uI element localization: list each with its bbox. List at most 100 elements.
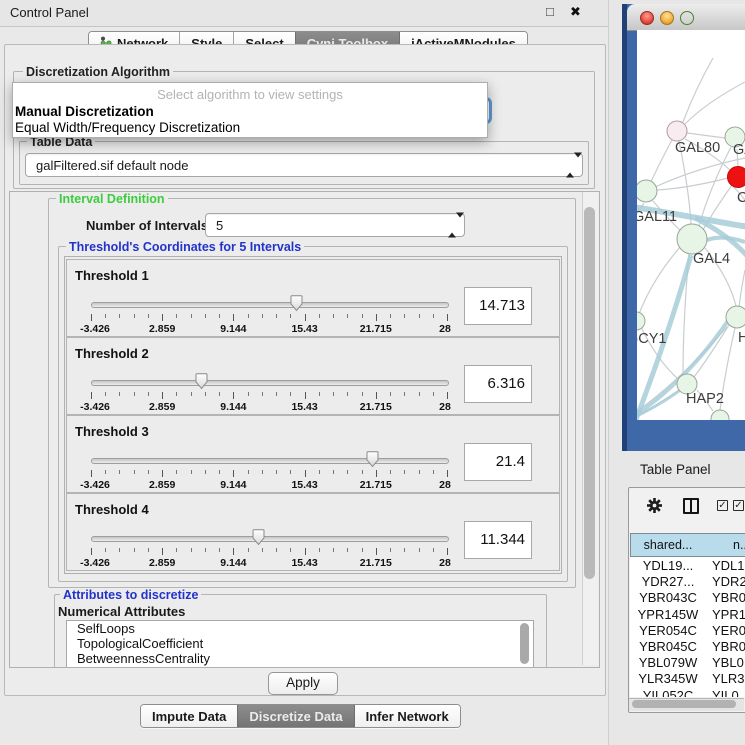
mac-minimize-button[interactable]: [660, 11, 674, 25]
close-panel-icon[interactable]: ✖: [570, 4, 581, 20]
slider-tick-label: -3.426: [80, 401, 110, 413]
threshold-value-field[interactable]: 21.4: [464, 443, 532, 481]
table-row-name[interactable]: YBR0: [712, 590, 745, 605]
node-attribute-table[interactable]: shared... n... YDL19...YDL1YDR27...YDR2Y…: [630, 533, 745, 697]
slider-tick-label: 28: [439, 557, 451, 569]
network-canvas[interactable]: GAL80GACGAL11GAL4GCY1HHAP2: [637, 30, 745, 420]
table-row-shared-name[interactable]: YDL19...: [630, 558, 706, 573]
slider-tick-label: 21.715: [360, 323, 392, 335]
slider-minor-tick: [404, 548, 405, 552]
slider-track[interactable]: [91, 380, 449, 386]
network-edge[interactable]: [657, 178, 728, 190]
table-row-name[interactable]: YBR0: [712, 639, 745, 654]
threshold-row-4: Threshold 4-3.4262.8599.14415.4321.71528…: [66, 493, 560, 571]
column-header-name[interactable]: n...: [705, 533, 745, 557]
network-node-green[interactable]: [726, 306, 745, 328]
float-window-icon[interactable]: □: [546, 4, 554, 19]
attribute-list-item[interactable]: BetweennessCentrality: [67, 651, 533, 666]
split-table-icon[interactable]: [683, 498, 699, 514]
slider-minor-tick: [276, 392, 277, 396]
checkbox-icon[interactable]: ✓: [717, 500, 728, 511]
table-row-shared-name[interactable]: YBL079W: [630, 655, 706, 670]
table-row-name[interactable]: YER0: [712, 623, 745, 638]
apply-button[interactable]: Apply: [268, 672, 338, 695]
attributes-list-scrollbar[interactable]: [520, 623, 529, 664]
network-edge[interactable]: [739, 270, 745, 307]
network-edge[interactable]: [699, 147, 731, 226]
network-node-red[interactable]: [728, 167, 745, 188]
slider-tick: [305, 314, 306, 321]
table-row-shared-name[interactable]: YIL052C: [630, 688, 706, 697]
table-row-name[interactable]: YDR2: [712, 574, 745, 589]
slider-tick-label: 28: [439, 323, 451, 335]
table-row-name[interactable]: YLR3: [712, 671, 745, 686]
table-row-shared-name[interactable]: YPR145W: [630, 607, 706, 622]
slider-minor-tick: [148, 470, 149, 474]
gear-icon[interactable]: [646, 497, 663, 514]
slider-track[interactable]: [91, 536, 449, 542]
attribute-list-item[interactable]: TopologicalCoefficient: [67, 636, 533, 651]
algorithm-option-equal-width[interactable]: Equal Width/Frequency Discretization: [15, 120, 240, 135]
attribute-list-item[interactable]: SelfLoops: [67, 621, 533, 636]
threshold-label: Threshold 2: [75, 346, 149, 361]
slider-tick: [162, 470, 163, 477]
slider-minor-tick: [205, 314, 206, 318]
threshold-label: Threshold 3: [75, 424, 149, 439]
network-edge[interactable]: [694, 325, 729, 377]
slider-tick: [162, 314, 163, 321]
network-node-green[interactable]: [677, 224, 707, 254]
network-edge[interactable]: [687, 133, 725, 138]
column-header-shared-name[interactable]: shared...: [630, 533, 706, 557]
bottom-tab-impute-data[interactable]: Impute Data: [141, 705, 237, 727]
network-edge[interactable]: [685, 82, 745, 124]
mac-close-button[interactable]: [640, 11, 654, 25]
network-node-green[interactable]: [711, 410, 729, 420]
network-edge[interactable]: [651, 140, 672, 182]
slider-minor-tick: [433, 392, 434, 396]
slider-minor-tick: [404, 392, 405, 396]
network-node-green[interactable]: [637, 180, 657, 202]
table-data-combo[interactable]: galFiltered.sif default node: [25, 153, 583, 177]
algorithm-placeholder-item[interactable]: Select algorithm to view settings: [13, 87, 487, 102]
slider-thumb[interactable]: [289, 295, 304, 312]
slider-minor-tick: [347, 314, 348, 318]
slider-minor-tick: [262, 548, 263, 552]
number-of-intervals-combo[interactable]: 5: [205, 213, 465, 237]
slider-minor-tick: [205, 548, 206, 552]
slider-tick-label: 9.144: [220, 323, 246, 335]
slider-thumb[interactable]: [365, 451, 380, 468]
table-row-name[interactable]: YPR1: [712, 607, 745, 622]
slider-thumb[interactable]: [251, 529, 266, 546]
checkbox-icon[interactable]: ✓: [733, 500, 744, 511]
table-row-shared-name[interactable]: YBR043C: [630, 590, 706, 605]
slider-thumb[interactable]: [194, 373, 209, 390]
algorithm-option-manual[interactable]: Manual Discretization: [15, 104, 154, 119]
slider-tick-label: 15.43: [291, 479, 317, 491]
slider-tick: [305, 392, 306, 399]
threshold-value-field[interactable]: 6.316: [464, 365, 532, 403]
bottom-tab-discretize-data[interactable]: Discretize Data: [237, 705, 353, 727]
algorithm-dropdown-popup: Select algorithm to view settings Manual…: [12, 82, 488, 138]
table-row-shared-name[interactable]: YDR27...: [630, 574, 706, 589]
table-row-name[interactable]: YBL0: [712, 655, 744, 670]
slider-track[interactable]: [91, 302, 449, 308]
numerical-attributes-list[interactable]: SelfLoopsTopologicalCoefficientBetweenne…: [66, 620, 534, 668]
table-row-shared-name[interactable]: YBR045C: [630, 639, 706, 654]
scrollpane-scrollbar-thumb[interactable]: [584, 207, 595, 579]
mac-zoom-button[interactable]: [680, 11, 694, 25]
slider-tick-label: 2.859: [149, 401, 175, 413]
network-node-pink[interactable]: [667, 121, 687, 141]
threshold-value-field[interactable]: 11.344: [464, 521, 532, 559]
slider-tick: [376, 314, 377, 321]
table-row-name[interactable]: YDL1: [712, 558, 745, 573]
network-node-green[interactable]: [637, 312, 645, 330]
bottom-tab-infer-network[interactable]: Infer Network: [354, 705, 460, 727]
slider-tick-label: 15.43: [291, 401, 317, 413]
slider-minor-tick: [248, 548, 249, 552]
threshold-value-field[interactable]: 14.713: [464, 287, 532, 325]
slider-track[interactable]: [91, 458, 449, 464]
table-row-shared-name[interactable]: YLR345W: [630, 671, 706, 686]
table-row-shared-name[interactable]: YER054C: [630, 623, 706, 638]
table-row-name[interactable]: YIL0: [712, 688, 739, 697]
table-hscrollbar-thumb[interactable]: [632, 700, 736, 708]
